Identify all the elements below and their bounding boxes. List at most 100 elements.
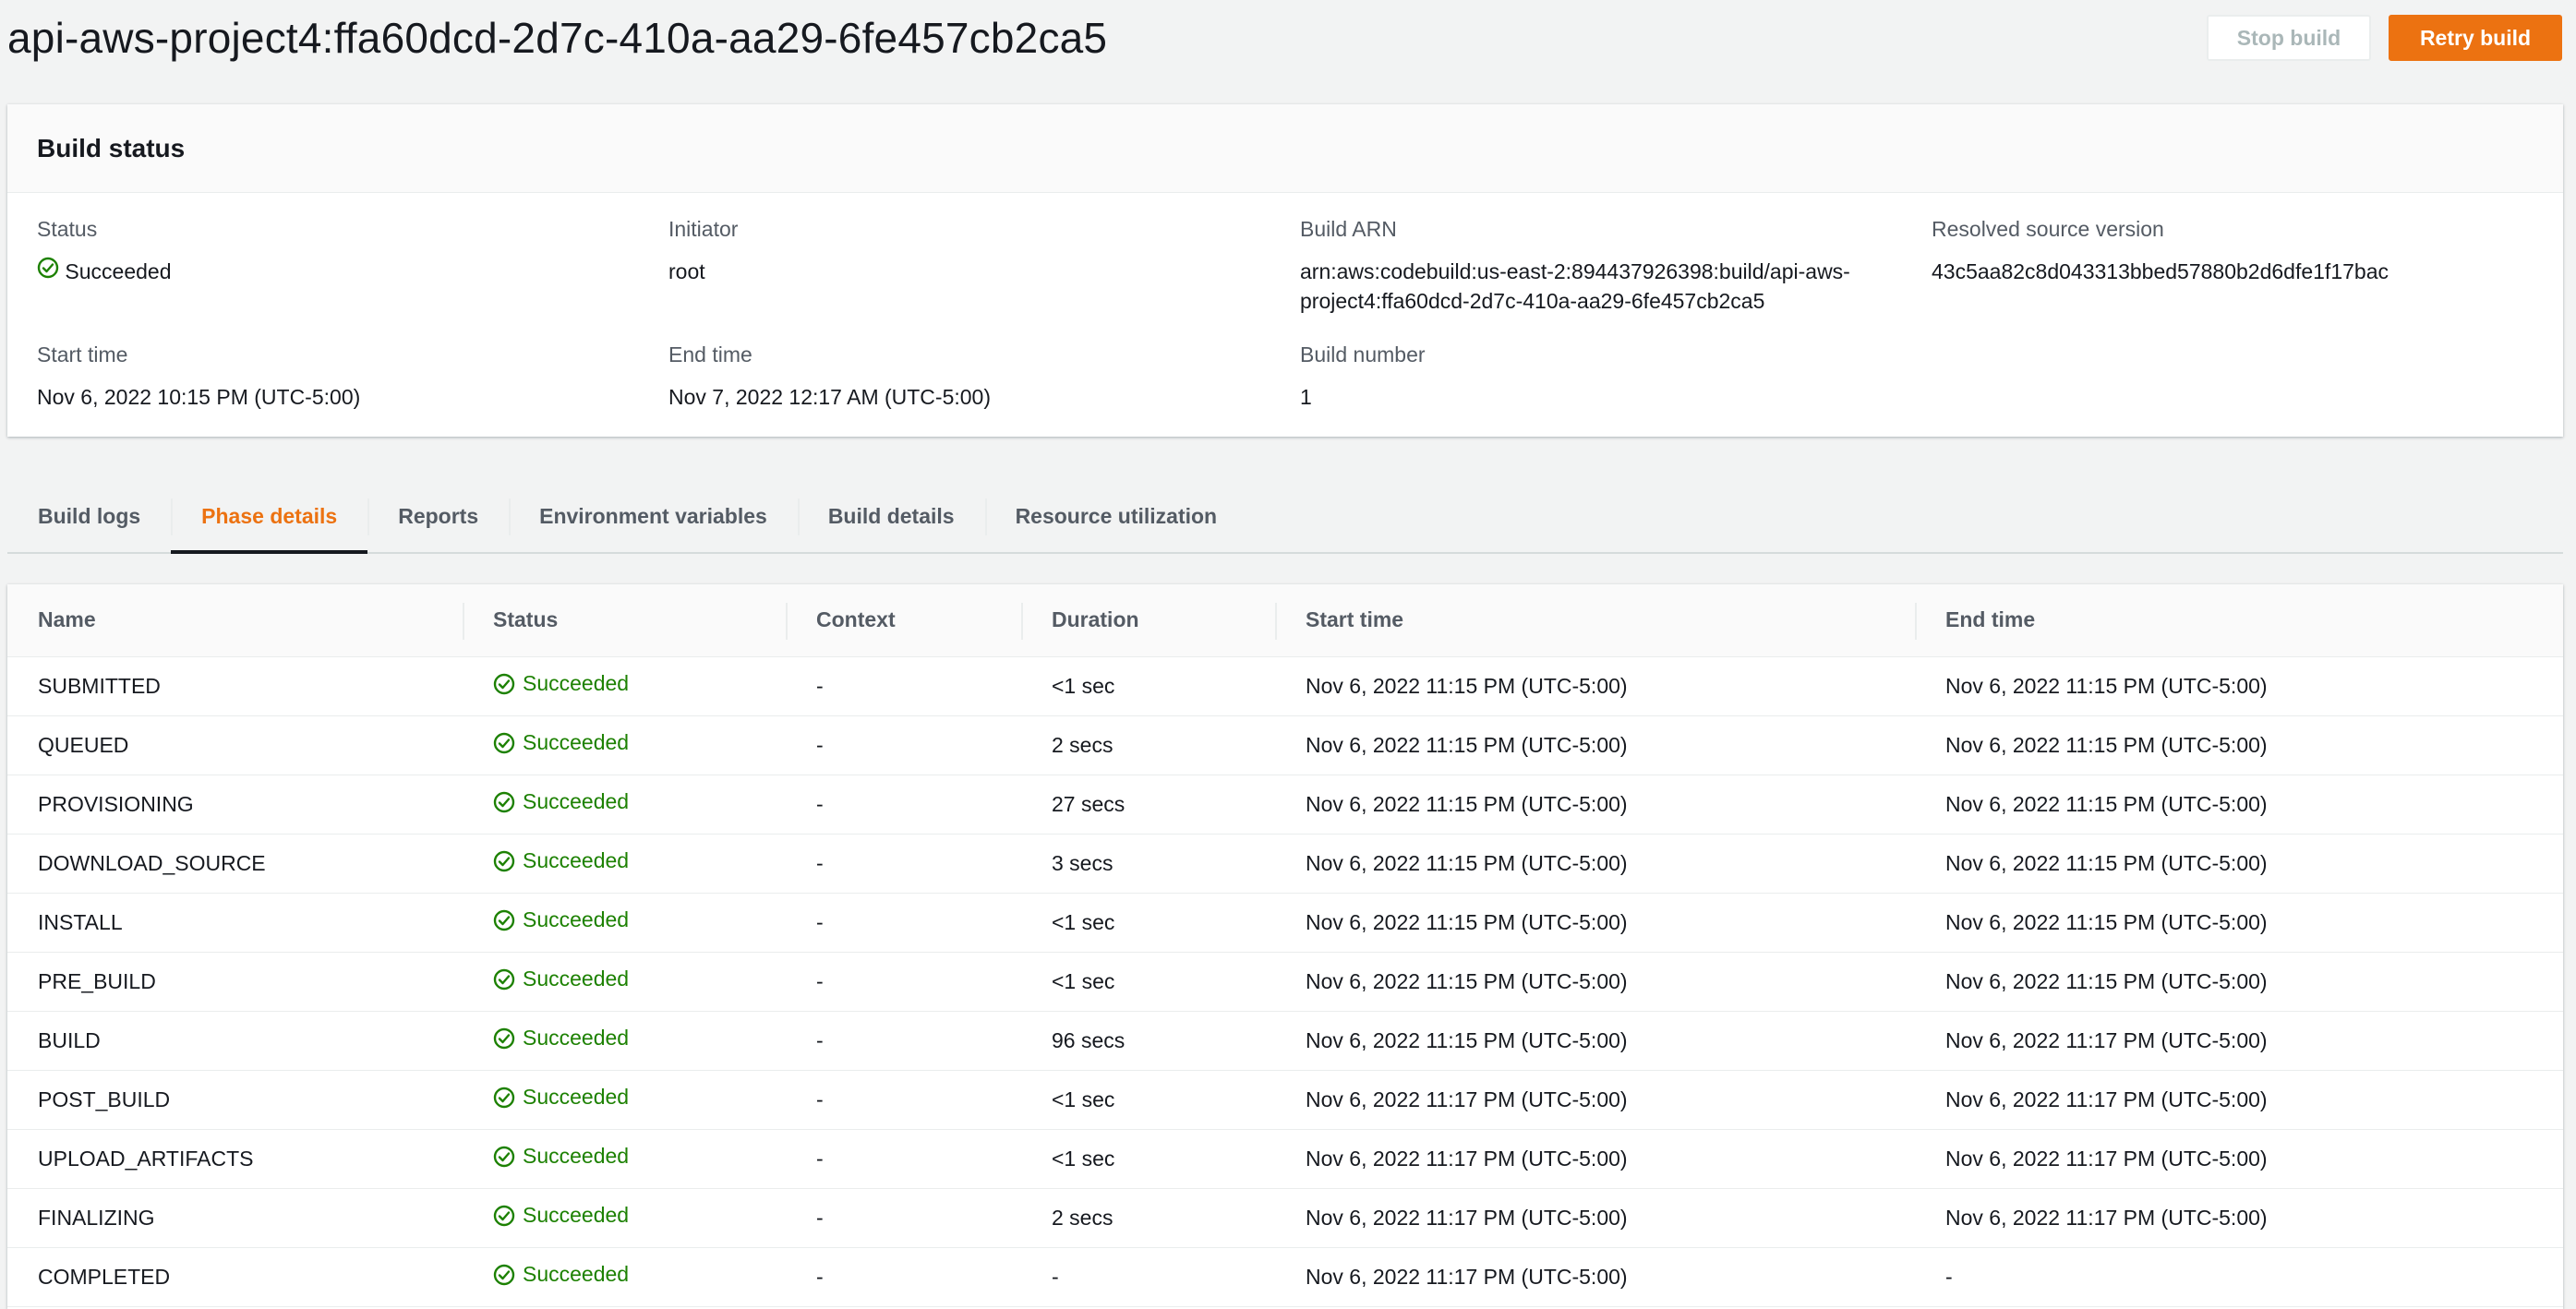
column-header-duration[interactable]: Duration: [1021, 584, 1275, 657]
phase-context: -: [786, 1247, 1021, 1307]
phase-end-time: Nov 6, 2022 11:15 PM (UTC-5:00): [1915, 834, 2563, 894]
phase-status: Succeeded: [463, 1188, 786, 1248]
phase-details-panel: Name Status Context Duration Start time …: [7, 584, 2563, 1309]
phase-status: Succeeded: [463, 893, 786, 953]
phase-duration: 2 secs: [1021, 1188, 1275, 1248]
phase-context: -: [786, 1188, 1021, 1248]
phase-status-text: Succeeded: [523, 671, 630, 696]
column-header-end-time[interactable]: End time: [1915, 584, 2563, 657]
phase-start-time: Nov 6, 2022 11:15 PM (UTC-5:00): [1275, 893, 1915, 953]
table-row: BUILD Succeeded - 96 secs Nov 6, 2022 11…: [7, 1011, 2563, 1071]
phase-status-text: Succeeded: [523, 1026, 630, 1051]
tab-environment-variables[interactable]: Environment variables: [509, 480, 798, 552]
phase-status: Succeeded: [463, 1070, 786, 1130]
start-time-field: Start time Nov 6, 2022 10:15 PM (UTC-5:0…: [37, 342, 360, 412]
phase-end-time: Nov 6, 2022 11:15 PM (UTC-5:00): [1915, 893, 2563, 953]
status-success-icon: [493, 850, 515, 871]
phase-duration: 3 secs: [1021, 834, 1275, 894]
phase-end-time: Nov 6, 2022 11:15 PM (UTC-5:00): [1915, 952, 2563, 1012]
status-success-icon: [493, 1087, 515, 1108]
phase-start-time: Nov 6, 2022 11:15 PM (UTC-5:00): [1275, 952, 1915, 1012]
phase-end-time: Nov 6, 2022 11:17 PM (UTC-5:00): [1915, 1011, 2563, 1071]
phase-end-time: Nov 6, 2022 11:15 PM (UTC-5:00): [1915, 775, 2563, 835]
stop-build-button[interactable]: Stop build: [2207, 15, 2371, 61]
start-time-label: Start time: [37, 342, 128, 366]
status-success-icon: [493, 909, 515, 931]
table-row: QUEUED Succeeded - 2 secs Nov 6, 2022 11…: [7, 715, 2563, 775]
phase-status: Succeeded: [463, 1129, 786, 1189]
retry-build-button[interactable]: Retry build: [2389, 15, 2562, 61]
phase-name: POST_BUILD: [7, 1070, 463, 1130]
end-time-field: End time Nov 7, 2022 12:17 AM (UTC-5:00): [668, 342, 991, 412]
status-text: Succeeded: [65, 259, 172, 283]
page-header: api-aws-project4:ffa60dcd-2d7c-410a-aa29…: [0, 0, 2576, 79]
phase-name: PRE_BUILD: [7, 952, 463, 1012]
phase-context: -: [786, 834, 1021, 894]
phase-start-time: Nov 6, 2022 11:15 PM (UTC-5:00): [1275, 1011, 1915, 1071]
phase-name: SUBMITTED: [7, 656, 463, 716]
initiator-field: Initiator root: [668, 217, 738, 286]
column-header-start-time[interactable]: Start time: [1275, 584, 1915, 657]
status-label: Status: [37, 217, 98, 241]
phase-name: BUILD: [7, 1011, 463, 1071]
phase-start-time: Nov 6, 2022 11:15 PM (UTC-5:00): [1275, 715, 1915, 775]
phase-status: Succeeded: [463, 775, 786, 835]
build-tabs: Build logs Phase details Reports Environ…: [7, 480, 2563, 554]
column-header-status[interactable]: Status: [463, 584, 786, 657]
table-row: INSTALL Succeeded - <1 sec Nov 6, 2022 1…: [7, 893, 2563, 953]
phase-start-time: Nov 6, 2022 11:17 PM (UTC-5:00): [1275, 1247, 1915, 1307]
tab-phase-details[interactable]: Phase details: [171, 480, 368, 554]
tab-build-details[interactable]: Build details: [797, 480, 985, 552]
column-header-name[interactable]: Name: [7, 584, 463, 657]
phase-status-text: Succeeded: [523, 1262, 630, 1287]
phase-end-time: Nov 6, 2022 11:17 PM (UTC-5:00): [1915, 1070, 2563, 1130]
phase-status-text: Succeeded: [523, 1203, 630, 1228]
tab-reports[interactable]: Reports: [367, 480, 509, 552]
phase-end-time: -: [1915, 1247, 2563, 1307]
status-success-icon: [493, 1205, 515, 1226]
build-number-field: Build number 1: [1300, 342, 1426, 412]
status-success-icon: [493, 732, 515, 753]
phase-duration: 2 secs: [1021, 715, 1275, 775]
build-number-label: Build number: [1300, 342, 1426, 366]
phase-status: Succeeded: [463, 834, 786, 894]
table-header-row: Name Status Context Duration Start time …: [7, 584, 2563, 657]
phase-status-text: Succeeded: [523, 848, 630, 873]
phase-duration: <1 sec: [1021, 1129, 1275, 1189]
phase-status: Succeeded: [463, 1247, 786, 1307]
phase-context: -: [786, 1011, 1021, 1071]
phase-status: Succeeded: [463, 656, 786, 716]
status-success-icon: [493, 791, 515, 812]
phase-context: -: [786, 1129, 1021, 1189]
phase-name: QUEUED: [7, 715, 463, 775]
phase-end-time: Nov 6, 2022 11:17 PM (UTC-5:00): [1915, 1188, 2563, 1248]
build-arn-value-line2: project4:ffa60dcd-2d7c-410a-aa29-6fe457c…: [1300, 289, 1765, 313]
end-time-label: End time: [668, 342, 752, 366]
end-time-value: Nov 7, 2022 12:17 AM (UTC-5:00): [668, 385, 991, 409]
table-row: COMPLETED Succeeded - - Nov 6, 2022 11:1…: [7, 1247, 2563, 1307]
phase-name: DOWNLOAD_SOURCE: [7, 834, 463, 894]
tab-resource-utilization[interactable]: Resource utilization: [984, 480, 1248, 552]
build-status-header: Build status: [7, 104, 2563, 193]
table-row: SUBMITTED Succeeded - <1 sec Nov 6, 2022…: [7, 656, 2563, 716]
phase-details-table: Name Status Context Duration Start time …: [7, 584, 2563, 1307]
phase-name: INSTALL: [7, 893, 463, 953]
phase-context: -: [786, 775, 1021, 835]
phase-start-time: Nov 6, 2022 11:15 PM (UTC-5:00): [1275, 834, 1915, 894]
phase-start-time: Nov 6, 2022 11:17 PM (UTC-5:00): [1275, 1070, 1915, 1130]
phase-name: FINALIZING: [7, 1188, 463, 1248]
phase-start-time: Nov 6, 2022 11:17 PM (UTC-5:00): [1275, 1188, 1915, 1248]
phase-status: Succeeded: [463, 952, 786, 1012]
column-header-context[interactable]: Context: [786, 584, 1021, 657]
initiator-value: root: [668, 259, 705, 283]
table-row: UPLOAD_ARTIFACTS Succeeded - <1 sec Nov …: [7, 1129, 2563, 1189]
phase-duration: 27 secs: [1021, 775, 1275, 835]
status-success-icon: [493, 968, 515, 990]
tab-build-logs[interactable]: Build logs: [7, 480, 171, 552]
phase-status-text: Succeeded: [523, 907, 630, 932]
phase-name: UPLOAD_ARTIFACTS: [7, 1129, 463, 1189]
status-success-icon: [37, 257, 59, 279]
phase-context: -: [786, 893, 1021, 953]
source-version-field: Resolved source version 43c5aa82c8d04331…: [1932, 217, 2389, 286]
phase-duration: -: [1021, 1247, 1275, 1307]
